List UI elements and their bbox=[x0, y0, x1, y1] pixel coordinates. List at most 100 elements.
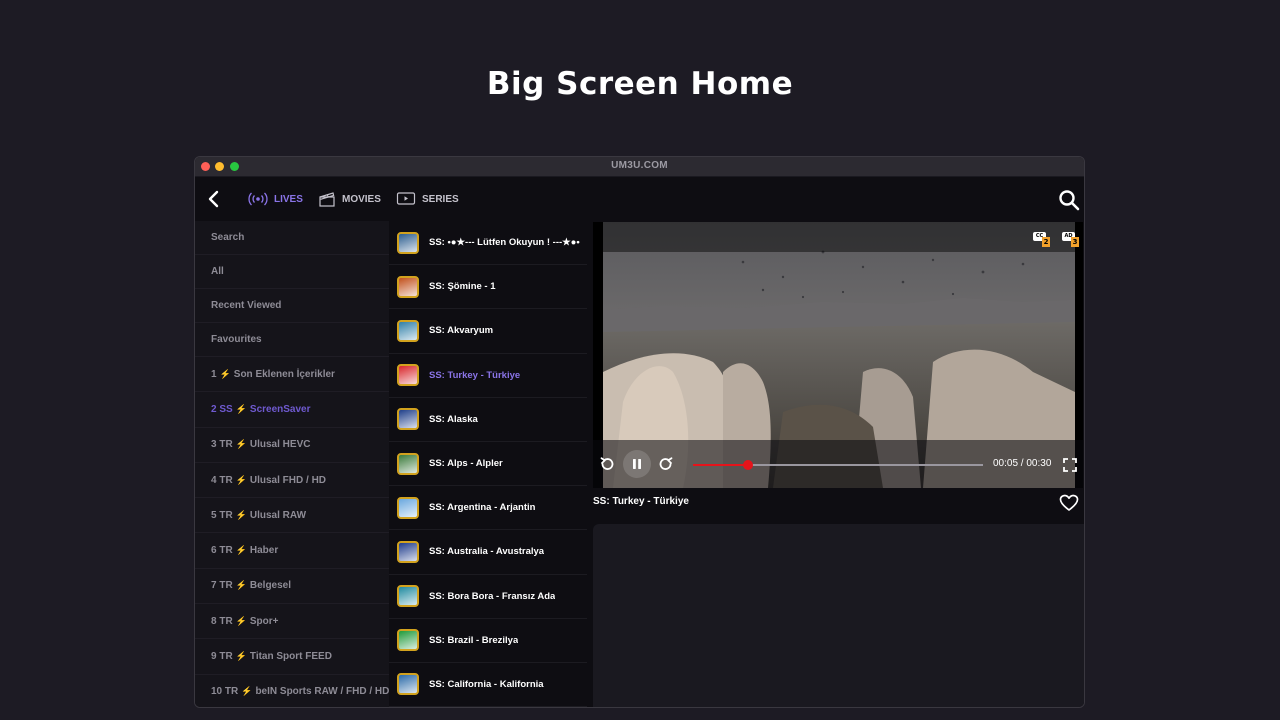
sidebar-category[interactable]: 8 TR ⚡ Spor+ bbox=[195, 604, 389, 640]
channel-name: SS: Argentina - Arjantin bbox=[429, 502, 536, 514]
sidebar-item-favourites[interactable]: Favourites bbox=[195, 323, 389, 357]
sidebar-category[interactable]: 6 TR ⚡ Haber bbox=[195, 533, 389, 569]
sidebar-category[interactable]: 1 ⚡ Son Eklenen İçerikler bbox=[195, 357, 389, 393]
channel-name: SS: Bora Bora - Fransız Ada bbox=[429, 590, 556, 602]
fullscreen-button[interactable] bbox=[1063, 457, 1077, 472]
channel-logo-icon bbox=[397, 364, 419, 387]
tab-movies-label: MOVIES bbox=[342, 193, 381, 205]
sidebar-category[interactable]: 2 SS ⚡ ScreenSaver bbox=[195, 392, 389, 428]
player-controls: 00:05 / 00:30 bbox=[593, 440, 1083, 488]
window-titlebar: UM3U.COM bbox=[195, 157, 1084, 177]
rewind-button[interactable] bbox=[599, 456, 615, 472]
channel-name: SS: Turkey - Türkiye bbox=[429, 369, 521, 381]
now-playing-title: SS: Turkey - Türkiye bbox=[593, 496, 689, 507]
player-top-bar bbox=[593, 222, 1083, 252]
bolt-icon: ⚡ bbox=[235, 615, 247, 626]
pause-button[interactable] bbox=[623, 450, 651, 478]
channel-logo-icon bbox=[397, 408, 419, 431]
forward-button[interactable] bbox=[658, 456, 674, 472]
channel-item[interactable]: SS: Alaska bbox=[389, 398, 587, 442]
back-button[interactable] bbox=[205, 189, 223, 209]
sidebar-category[interactable]: 5 TR ⚡ Ulusal RAW bbox=[195, 498, 389, 534]
bolt-icon: ⚡ bbox=[235, 580, 247, 591]
window-url: UM3U.COM bbox=[611, 160, 668, 171]
channel-logo-icon bbox=[397, 496, 419, 519]
channel-logo-icon bbox=[397, 275, 419, 298]
channel-item[interactable]: SS: Alps - Alpler bbox=[389, 442, 587, 487]
bolt-icon: ⚡ bbox=[235, 439, 247, 450]
bolt-icon: ⚡ bbox=[219, 368, 231, 379]
channel-logo-icon bbox=[397, 540, 419, 563]
progress-fill bbox=[693, 464, 749, 466]
channel-logo-icon bbox=[397, 673, 419, 696]
now-playing-bar: SS: Turkey - Türkiye bbox=[593, 488, 1083, 524]
channel-item[interactable]: SS: Akvaryum bbox=[389, 309, 587, 354]
channel-logo-icon bbox=[397, 319, 419, 342]
audio-track-count: 3 bbox=[1071, 237, 1079, 247]
sidebar-category[interactable]: 10 TR ⚡ beIN Sports RAW / FHD / HD bbox=[195, 675, 389, 707]
progress-bar[interactable] bbox=[693, 460, 983, 470]
channel-item[interactable]: SS: Australia - Avustralya bbox=[389, 530, 587, 575]
channel-name: SS: Brazil - Brezilya bbox=[429, 634, 519, 646]
search-icon bbox=[1059, 190, 1080, 211]
sidebar-category[interactable]: 4 TR ⚡ Ulusal FHD / HD bbox=[195, 463, 389, 499]
sidebar-category[interactable]: 3 TR ⚡ Ulusal HEVC bbox=[195, 428, 389, 463]
tab-series-label: SERIES bbox=[422, 193, 459, 205]
closed-captions-button[interactable]: CC 2 bbox=[1033, 232, 1051, 248]
page-title: Big Screen Home bbox=[486, 66, 794, 102]
channel-logo-icon bbox=[397, 452, 419, 475]
cc-count: 2 bbox=[1042, 237, 1050, 247]
channel-name: SS: Alps - Alpler bbox=[429, 458, 503, 470]
chevron-left-icon bbox=[208, 190, 219, 208]
channel-logo-icon bbox=[397, 585, 419, 608]
rewind-icon bbox=[600, 457, 614, 470]
channel-name: SS: Akvaryum bbox=[429, 325, 494, 337]
top-navigation: LIVES MOVIES SERIES bbox=[195, 177, 1084, 221]
bolt-icon: ⚡ bbox=[235, 509, 247, 520]
sidebar-category[interactable]: 9 TR ⚡ Titan Sport FEED bbox=[195, 639, 389, 675]
channel-list: SS: •●★--- Lütfen Okuyun ! ---★●• SS: Şöm… bbox=[389, 221, 587, 707]
bolt-icon: ⚡ bbox=[235, 651, 247, 662]
broadcast-icon bbox=[248, 192, 268, 206]
channel-name: SS: Şömine - 1 bbox=[429, 281, 496, 293]
channel-logo-icon bbox=[397, 629, 419, 652]
video-player[interactable]: CC 2 AD 3 00:05 / 00:30 bbox=[593, 222, 1083, 488]
bolt-icon: ⚡ bbox=[235, 545, 247, 556]
channel-info-panel bbox=[593, 524, 1084, 707]
favourite-button[interactable] bbox=[1059, 494, 1079, 512]
heart-icon bbox=[1059, 494, 1079, 511]
channel-name: SS: California - Kalifornia bbox=[429, 678, 544, 690]
tab-lives[interactable]: LIVES bbox=[248, 190, 303, 208]
channel-name: SS: Alaska bbox=[429, 413, 478, 425]
sidebar-item-search[interactable]: Search bbox=[195, 221, 389, 255]
search-button[interactable] bbox=[1058, 189, 1080, 211]
forward-icon bbox=[659, 457, 673, 470]
channel-item[interactable]: SS: •●★--- Lütfen Okuyun ! ---★●• bbox=[389, 221, 587, 266]
channel-item[interactable]: SS: Turkey - Türkiye bbox=[389, 354, 587, 398]
audio-track-button[interactable]: AD 3 bbox=[1062, 232, 1080, 248]
tab-movies[interactable]: MOVIES bbox=[318, 190, 381, 208]
tv-play-icon bbox=[396, 192, 416, 205]
progress-knob[interactable] bbox=[743, 460, 754, 470]
sidebar-item-all[interactable]: All bbox=[195, 255, 389, 289]
channel-logo-icon bbox=[397, 231, 419, 254]
clapperboard-icon bbox=[319, 192, 335, 207]
sidebar-category[interactable]: 7 TR ⚡ Belgesel bbox=[195, 569, 389, 605]
bolt-icon: ⚡ bbox=[235, 474, 247, 485]
sidebar-item-recent-viewed[interactable]: Recent Viewed bbox=[195, 289, 389, 323]
channel-item[interactable]: SS: Bora Bora - Fransız Ada bbox=[389, 575, 587, 619]
channel-name: SS: Australia - Avustralya bbox=[429, 546, 545, 558]
tab-lives-label: LIVES bbox=[274, 193, 303, 205]
channel-name: SS: •●★--- Lütfen Okuyun ! ---★●• bbox=[429, 237, 580, 249]
pause-icon bbox=[633, 459, 641, 469]
bolt-icon: ⚡ bbox=[235, 403, 247, 414]
tab-series[interactable]: SERIES bbox=[396, 190, 459, 208]
app-window: UM3U.COM LIVES MOVIES SERIES Search All … bbox=[194, 156, 1085, 708]
channel-item[interactable]: SS: California - Kalifornia bbox=[389, 663, 587, 707]
channel-item[interactable]: SS: Argentina - Arjantin bbox=[389, 486, 587, 531]
channel-item[interactable]: SS: Brazil - Brezilya bbox=[389, 619, 587, 663]
playback-time: 00:05 / 00:30 bbox=[993, 458, 1052, 469]
bolt-icon: ⚡ bbox=[241, 686, 253, 697]
channel-item[interactable]: SS: Şömine - 1 bbox=[389, 265, 587, 310]
fullscreen-icon bbox=[1063, 458, 1077, 472]
